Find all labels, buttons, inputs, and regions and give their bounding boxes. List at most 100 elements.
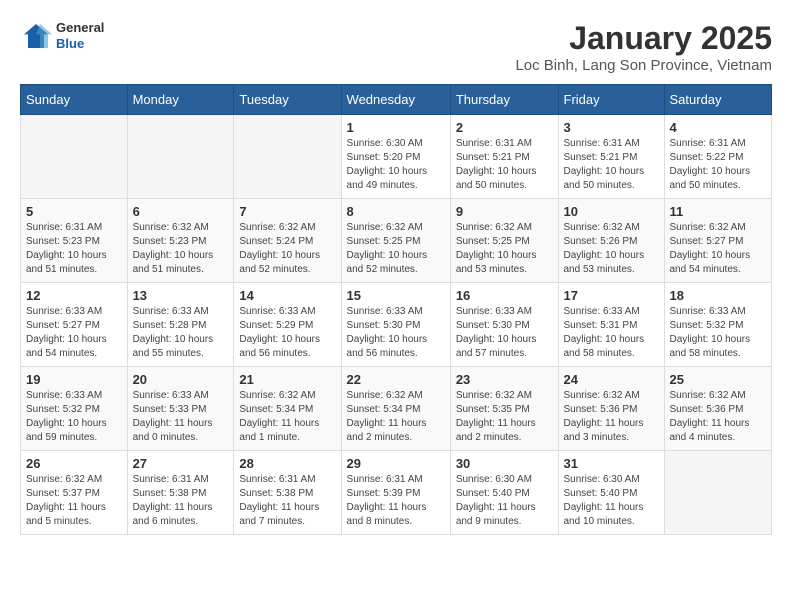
day-cell: 3 Sunrise: 6:31 AM Sunset: 5:21 PM Daylig… [558, 115, 664, 199]
day-number: 25 [670, 372, 767, 387]
day-number: 8 [347, 204, 445, 219]
day-info: Sunrise: 6:32 AM Sunset: 5:24 PM Dayligh… [239, 221, 335, 277]
day-info: Sunrise: 6:32 AM Sunset: 5:23 PM Dayligh… [133, 221, 229, 277]
day-cell: 17 Sunrise: 6:33 AM Sunset: 5:31 PM Dayli… [558, 283, 664, 367]
week-row-2: 5Sunrise: 6:31 AM Sunset: 5:23 PM Daylig… [21, 199, 772, 283]
day-number: 18 [670, 288, 767, 303]
day-cell: 11 Sunrise: 6:32 AM Sunset: 5:27 PM Dayli… [664, 199, 772, 283]
day-cell: 28Sunrise: 6:31 AM Sunset: 5:38 PM Dayli… [234, 451, 341, 535]
day-cell: 1Sunrise: 6:30 AM Sunset: 5:20 PM Daylig… [341, 115, 450, 199]
weekday-header-sunday: Sunday [21, 85, 128, 115]
day-info: Sunrise: 6:31 AM Sunset: 5:21 PM Dayligh… [456, 137, 553, 193]
logo-general: General [56, 20, 104, 36]
day-cell: 7 Sunrise: 6:32 AM Sunset: 5:24 PM Daylig… [234, 199, 341, 283]
week-row-3: 12Sunrise: 6:33 AM Sunset: 5:27 PM Dayli… [21, 283, 772, 367]
day-info: Sunrise: 6:32 AM Sunset: 5:25 PM Dayligh… [347, 221, 445, 277]
day-number: 22 [347, 372, 445, 387]
day-number: 7 [239, 204, 335, 219]
day-info: Sunrise: 6:32 AM Sunset: 5:34 PM Dayligh… [347, 389, 445, 445]
day-number: 29 [347, 456, 445, 471]
weekday-header-wednesday: Wednesday [341, 85, 450, 115]
week-row-4: 19Sunrise: 6:33 AM Sunset: 5:32 PM Dayli… [21, 367, 772, 451]
day-info: Sunrise: 6:33 AM Sunset: 5:32 PM Dayligh… [26, 389, 122, 445]
day-cell: 12Sunrise: 6:33 AM Sunset: 5:27 PM Dayli… [21, 283, 128, 367]
day-cell: 14 Sunrise: 6:33 AM Sunset: 5:29 PM Dayli… [234, 283, 341, 367]
day-number: 13 [133, 288, 229, 303]
day-number: 26 [26, 456, 122, 471]
day-cell: 10 Sunrise: 6:32 AM Sunset: 5:26 PM Dayli… [558, 199, 664, 283]
day-cell: 20 Sunrise: 6:33 AM Sunset: 5:33 PM Dayli… [127, 367, 234, 451]
day-cell: 29 Sunrise: 6:31 AM Sunset: 5:39 PM Dayli… [341, 451, 450, 535]
day-cell: 5Sunrise: 6:31 AM Sunset: 5:23 PM Daylig… [21, 199, 128, 283]
day-cell: 30 Sunrise: 6:30 AM Sunset: 5:40 PM Dayli… [450, 451, 558, 535]
day-number: 16 [456, 288, 553, 303]
day-number: 23 [456, 372, 553, 387]
day-info: Sunrise: 6:33 AM Sunset: 5:32 PM Dayligh… [670, 305, 767, 361]
day-number: 17 [564, 288, 659, 303]
day-number: 10 [564, 204, 659, 219]
day-number: 31 [564, 456, 659, 471]
day-cell: 19Sunrise: 6:33 AM Sunset: 5:32 PM Dayli… [21, 367, 128, 451]
weekday-header-tuesday: Tuesday [234, 85, 341, 115]
day-number: 21 [239, 372, 335, 387]
day-info: Sunrise: 6:31 AM Sunset: 5:39 PM Dayligh… [347, 473, 445, 529]
weekday-header-saturday: Saturday [664, 85, 772, 115]
day-cell: 18 Sunrise: 6:33 AM Sunset: 5:32 PM Dayli… [664, 283, 772, 367]
day-cell: 6 Sunrise: 6:32 AM Sunset: 5:23 PM Daylig… [127, 199, 234, 283]
week-row-5: 26Sunrise: 6:32 AM Sunset: 5:37 PM Dayli… [21, 451, 772, 535]
day-cell: 4Sunrise: 6:31 AM Sunset: 5:22 PM Daylig… [664, 115, 772, 199]
day-cell: 21 Sunrise: 6:32 AM Sunset: 5:34 PM Dayli… [234, 367, 341, 451]
day-cell [664, 451, 772, 535]
day-info: Sunrise: 6:32 AM Sunset: 5:27 PM Dayligh… [670, 221, 767, 277]
day-cell [234, 115, 341, 199]
day-cell: 27Sunrise: 6:31 AM Sunset: 5:38 PM Dayli… [127, 451, 234, 535]
day-info: Sunrise: 6:33 AM Sunset: 5:30 PM Dayligh… [456, 305, 553, 361]
day-info: Sunrise: 6:32 AM Sunset: 5:36 PM Dayligh… [564, 389, 659, 445]
day-info: Sunrise: 6:33 AM Sunset: 5:33 PM Dayligh… [133, 389, 229, 445]
day-cell: 22 Sunrise: 6:32 AM Sunset: 5:34 PM Dayli… [341, 367, 450, 451]
day-info: Sunrise: 6:31 AM Sunset: 5:21 PM Dayligh… [564, 137, 659, 193]
day-cell: 15Sunrise: 6:33 AM Sunset: 5:30 PM Dayli… [341, 283, 450, 367]
day-cell [127, 115, 234, 199]
day-number: 12 [26, 288, 122, 303]
day-number: 6 [133, 204, 229, 219]
day-info: Sunrise: 6:30 AM Sunset: 5:40 PM Dayligh… [456, 473, 553, 529]
day-cell: 9Sunrise: 6:32 AM Sunset: 5:25 PM Daylig… [450, 199, 558, 283]
day-cell: 26Sunrise: 6:32 AM Sunset: 5:37 PM Dayli… [21, 451, 128, 535]
day-info: Sunrise: 6:32 AM Sunset: 5:35 PM Dayligh… [456, 389, 553, 445]
day-number: 2 [456, 120, 553, 135]
day-info: Sunrise: 6:32 AM Sunset: 5:34 PM Dayligh… [239, 389, 335, 445]
title-block: January 2025 Loc Binh, Lang Son Province… [515, 20, 772, 74]
logo-icon [20, 20, 52, 52]
day-cell: 25 Sunrise: 6:32 AM Sunset: 5:36 PM Dayli… [664, 367, 772, 451]
day-number: 20 [133, 372, 229, 387]
weekday-header-monday: Monday [127, 85, 234, 115]
day-cell: 31Sunrise: 6:30 AM Sunset: 5:40 PM Dayli… [558, 451, 664, 535]
day-number: 11 [670, 204, 767, 219]
calendar-header: SundayMondayTuesdayWednesdayThursdayFrid… [21, 85, 772, 115]
day-info: Sunrise: 6:32 AM Sunset: 5:26 PM Dayligh… [564, 221, 659, 277]
weekday-row: SundayMondayTuesdayWednesdayThursdayFrid… [21, 85, 772, 115]
weekday-header-thursday: Thursday [450, 85, 558, 115]
calendar-table: SundayMondayTuesdayWednesdayThursdayFrid… [20, 84, 772, 535]
day-cell [21, 115, 128, 199]
day-number: 28 [239, 456, 335, 471]
day-number: 4 [670, 120, 767, 135]
calendar-body: 1Sunrise: 6:30 AM Sunset: 5:20 PM Daylig… [21, 115, 772, 535]
day-cell: 16 Sunrise: 6:33 AM Sunset: 5:30 PM Dayli… [450, 283, 558, 367]
day-info: Sunrise: 6:33 AM Sunset: 5:31 PM Dayligh… [564, 305, 659, 361]
day-info: Sunrise: 6:33 AM Sunset: 5:29 PM Dayligh… [239, 305, 335, 361]
day-number: 24 [564, 372, 659, 387]
day-number: 15 [347, 288, 445, 303]
day-info: Sunrise: 6:31 AM Sunset: 5:38 PM Dayligh… [133, 473, 229, 529]
day-number: 3 [564, 120, 659, 135]
day-info: Sunrise: 6:32 AM Sunset: 5:25 PM Dayligh… [456, 221, 553, 277]
logo: General Blue [20, 20, 104, 52]
day-number: 14 [239, 288, 335, 303]
day-number: 5 [26, 204, 122, 219]
week-row-1: 1Sunrise: 6:30 AM Sunset: 5:20 PM Daylig… [21, 115, 772, 199]
day-info: Sunrise: 6:32 AM Sunset: 5:36 PM Dayligh… [670, 389, 767, 445]
day-info: Sunrise: 6:33 AM Sunset: 5:28 PM Dayligh… [133, 305, 229, 361]
day-cell: 23 Sunrise: 6:32 AM Sunset: 5:35 PM Dayli… [450, 367, 558, 451]
day-number: 30 [456, 456, 553, 471]
